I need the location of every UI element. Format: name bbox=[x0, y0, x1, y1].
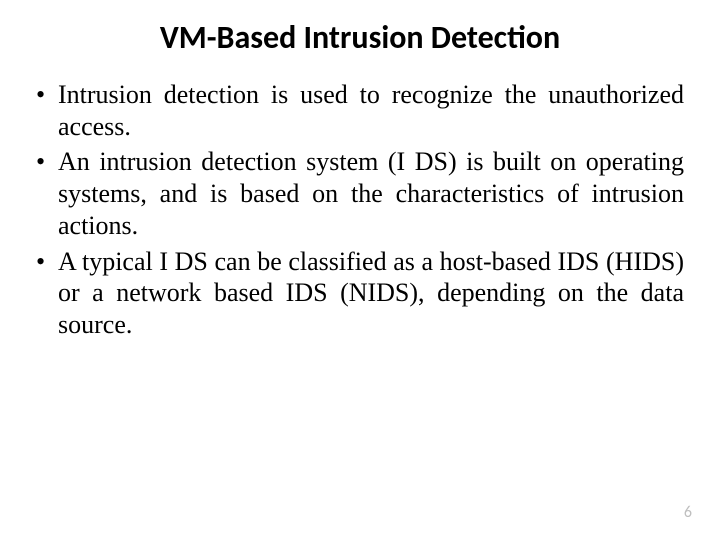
slide-title: VM-Based Intrusion Detection bbox=[36, 18, 684, 57]
slide-body: Intrusion detection is used to recognize… bbox=[36, 79, 684, 341]
list-item: An intrusion detection system (I DS) is … bbox=[36, 146, 684, 241]
list-item: Intrusion detection is used to recognize… bbox=[36, 79, 684, 142]
bullet-list: Intrusion detection is used to recognize… bbox=[36, 79, 684, 341]
page-number: 6 bbox=[684, 503, 692, 522]
list-item: A typical I DS can be classified as a ho… bbox=[36, 246, 684, 341]
slide: VM-Based Intrusion Detection Intrusion d… bbox=[0, 0, 720, 540]
